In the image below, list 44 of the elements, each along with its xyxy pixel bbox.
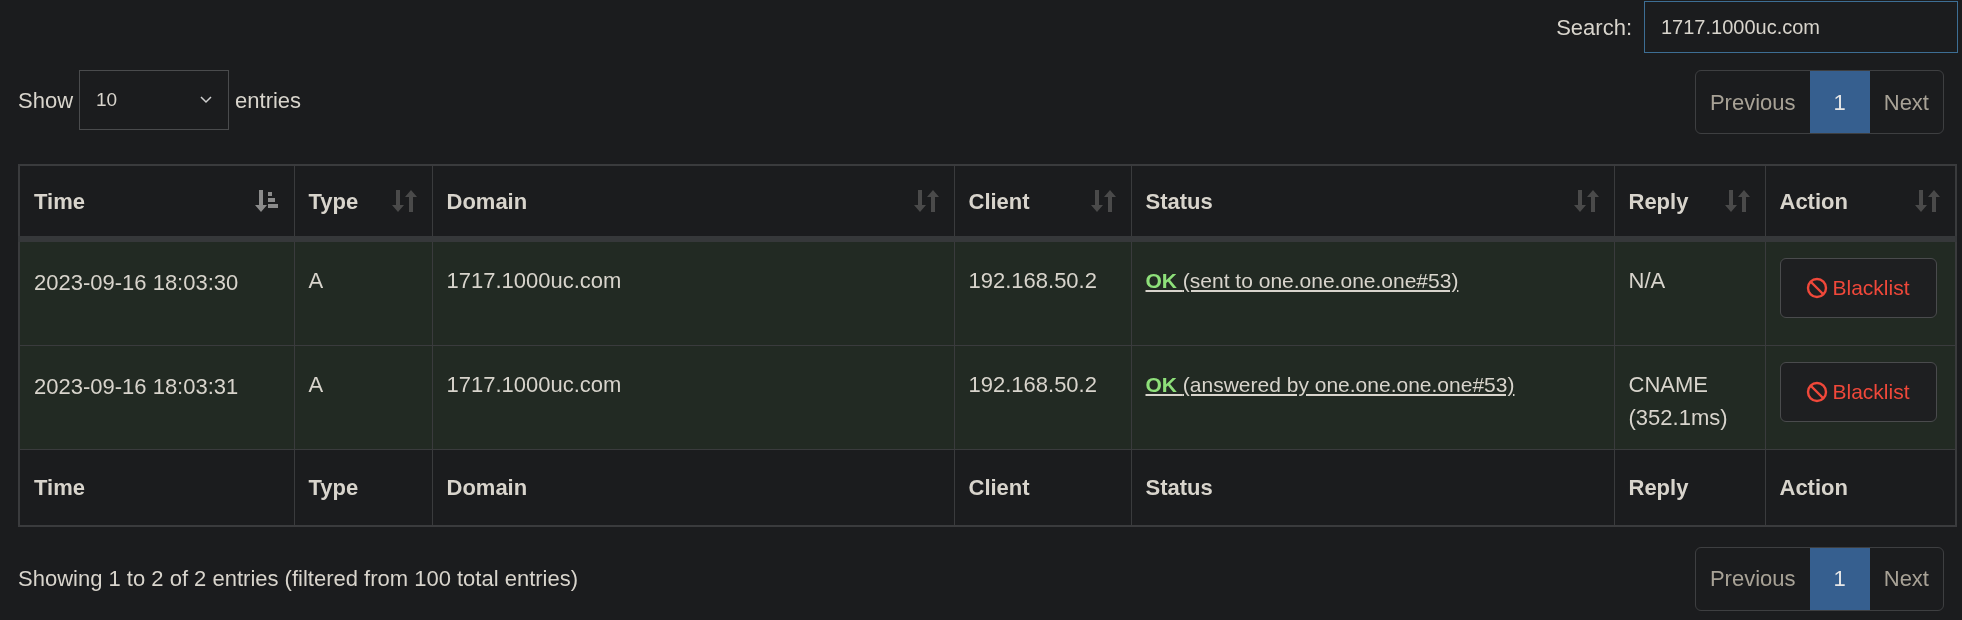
table-cell: 1717.1000uc.com (432, 345, 954, 450)
column-header[interactable]: Domain (446, 184, 528, 218)
entries-select[interactable]: 10 (79, 70, 230, 130)
column-footer: Action (1779, 474, 1848, 500)
pagination-button[interactable]: Next (1869, 71, 1943, 133)
pagination-button[interactable]: Previous (1695, 71, 1810, 133)
column-footer: Time (34, 474, 85, 500)
prohibited-icon (1806, 277, 1829, 299)
status-link[interactable]: OK (sent to one.one.one.one#53) (1145, 269, 1459, 292)
entries-info: Showing 1 to 2 of 2 entries (filtered from 100 total entries) (18, 565, 579, 593)
column-header[interactable]: Action (1779, 184, 1848, 218)
table-cell: 2023-09-16 18:03:31 (19, 345, 294, 450)
status-link[interactable]: OK (answered by one.one.one.one#53) (1145, 373, 1515, 396)
column-footer: Reply (1628, 474, 1689, 500)
table-cell: 192.168.50.2 (954, 239, 1131, 346)
pagination-button[interactable]: Previous (1695, 547, 1810, 610)
blacklist-button[interactable]: Blacklist (1779, 258, 1937, 318)
table-cell: 2023-09-16 18:03:30 (19, 239, 294, 346)
sort-icon[interactable] (253, 188, 280, 214)
chevron-down-icon (200, 96, 213, 104)
table-cell: N/A (1614, 239, 1765, 346)
column-footer: Status (1145, 474, 1213, 500)
table-cell: A (294, 345, 432, 450)
column-footer: Client (968, 474, 1030, 500)
show-label: Show (18, 86, 74, 115)
column-header[interactable]: Status (1145, 184, 1213, 218)
blacklist-button[interactable]: Blacklist (1779, 362, 1937, 422)
prohibited-icon (1806, 381, 1829, 403)
pagination-button[interactable]: 1 (1809, 547, 1870, 610)
column-footer: Type (308, 474, 359, 500)
column-header[interactable]: Time (34, 184, 85, 218)
column-footer: Domain (446, 474, 528, 500)
column-header[interactable]: Client (968, 184, 1030, 218)
entries-label: entries (235, 86, 302, 115)
column-header[interactable]: Type (308, 184, 359, 218)
column-header[interactable]: Reply (1628, 184, 1689, 218)
search-label: Search: (1556, 13, 1632, 42)
table-cell: CNAME (352.1ms) (1614, 345, 1765, 450)
pagination-button[interactable]: Next (1869, 547, 1943, 610)
table-cell: 192.168.50.2 (954, 345, 1131, 450)
search-field[interactable]: 1717.1000uc.com (1644, 1, 1958, 53)
table-cell: 1717.1000uc.com (432, 239, 954, 346)
table-cell: A (294, 239, 432, 346)
pagination-button[interactable]: 1 (1809, 71, 1870, 133)
